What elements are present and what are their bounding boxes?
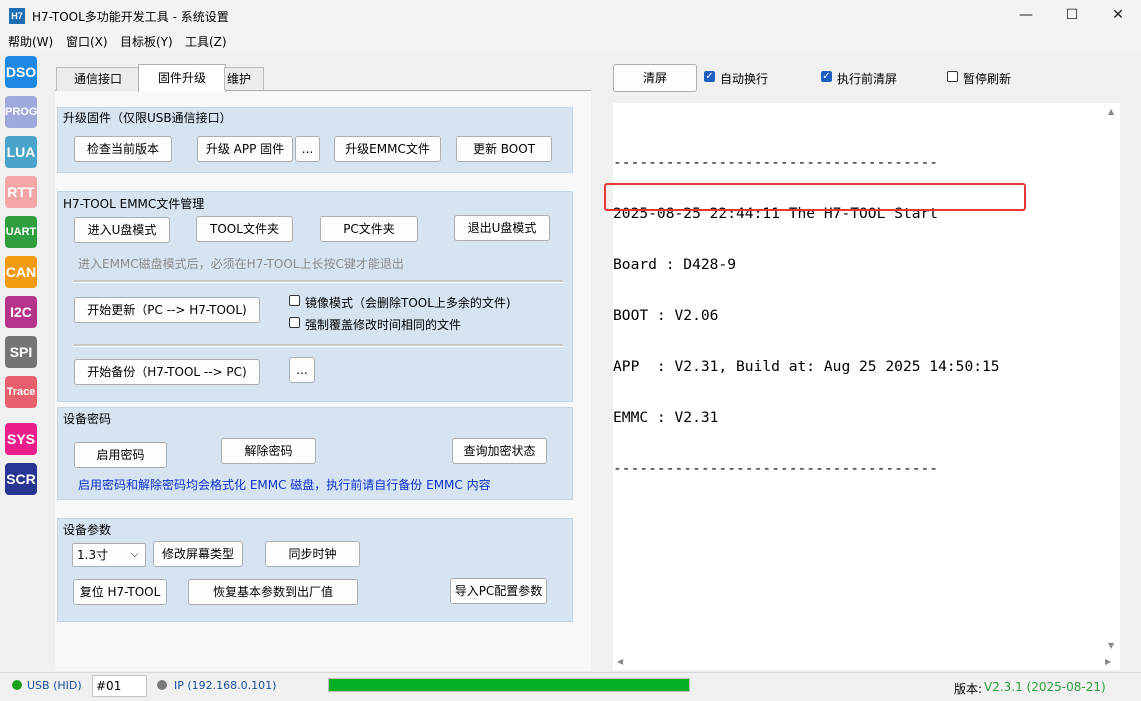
scroll-left-icon[interactable]: ◀ <box>617 657 623 666</box>
pause-refresh-checkbox[interactable] <box>947 71 958 82</box>
upgrade-app-button[interactable]: 升级 APP 固件 <box>197 136 293 162</box>
change-screen-type-button[interactable]: 修改屏幕类型 <box>153 541 243 567</box>
backup-browse-button[interactable]: ... <box>289 357 315 383</box>
ip-status-text: IP (192.168.0.101) <box>174 679 277 692</box>
sidebar-sys-button[interactable]: SYS <box>5 423 37 455</box>
udisk-exit-hint: 进入EMMC磁盘模式后，必须在H7-TOOL上长按C键才能退出 <box>78 257 404 271</box>
restore-factory-button[interactable]: 恢复基本参数到出厂值 <box>188 579 358 605</box>
pc-folder-button[interactable]: PC文件夹 <box>320 216 418 242</box>
query-encryption-button[interactable]: 查询加密状态 <box>452 438 547 464</box>
chevron-down-icon: ⌵ <box>131 549 139 560</box>
divider <box>73 344 563 347</box>
tab-firmware-upgrade[interactable]: 固件升级 <box>138 64 226 92</box>
console-line: ------------------------------------- <box>613 460 939 477</box>
mirror-mode-checkbox[interactable] <box>289 295 300 306</box>
update-boot-button[interactable]: 更新 BOOT <box>456 136 552 162</box>
app-file-browse-button[interactable]: ... <box>295 136 320 162</box>
emmc-group-title: H7-TOOL EMMC文件管理 <box>63 197 205 211</box>
usb-status-icon <box>12 680 22 690</box>
check-version-button[interactable]: 检查当前版本 <box>74 136 172 162</box>
screen-size-select[interactable]: 1.3寸 ⌵ <box>72 543 146 567</box>
minimize-button[interactable]: — <box>1003 0 1049 31</box>
auto-wrap-checkbox[interactable]: ✓ <box>704 71 715 82</box>
screen-size-value: 1.3寸 <box>77 548 109 562</box>
tab-communication[interactable]: 通信接口 <box>56 67 140 91</box>
device-number-field[interactable]: #01 <box>92 675 147 697</box>
exit-udisk-button[interactable]: 退出U盘模式 <box>454 215 550 241</box>
firmware-group-title: 升级固件（仅限USB通信接口） <box>63 111 232 125</box>
pause-refresh-label: 暂停刷新 <box>963 72 1012 86</box>
sidebar-scr-button[interactable]: SCR <box>5 463 37 495</box>
device-number-value: #01 <box>96 679 122 693</box>
console-line: Board : D428-9 <box>613 256 737 273</box>
progress-bar-fill <box>329 679 689 691</box>
menu-target-board[interactable]: 目标板(Y) <box>120 33 173 50</box>
app-version-highlight <box>604 183 1026 211</box>
enter-udisk-button[interactable]: 进入U盘模式 <box>74 217 170 243</box>
sidebar-uart-button[interactable]: UART <box>5 216 37 248</box>
force-overwrite-label: 强制覆盖修改时间相同的文件 <box>305 318 462 332</box>
maximize-button[interactable]: ☐ <box>1049 0 1095 31</box>
import-pc-config-button[interactable]: 导入PC配置参数 <box>450 578 547 604</box>
sidebar-prog-button[interactable]: PROG <box>5 96 37 128</box>
window-title: H7-TOOL多功能开发工具 - 系统设置 <box>32 10 229 24</box>
divider <box>73 280 563 283</box>
clear-screen-button[interactable]: 清屏 <box>613 64 697 92</box>
close-button[interactable]: ✕ <box>1095 0 1141 31</box>
mirror-mode-label: 镜像模式（会删除TOOL上多余的文件) <box>305 296 511 310</box>
reset-tool-button[interactable]: 复位 H7-TOOL <box>73 579 167 605</box>
console-line: ------------------------------------- <box>613 154 939 171</box>
sidebar-dso-button[interactable]: DSO <box>5 56 37 88</box>
sync-clock-button[interactable]: 同步时钟 <box>265 541 360 567</box>
clear-before-exec-label: 执行前清屏 <box>837 72 898 86</box>
console-text: ------------------------------------- 20… <box>613 120 1000 494</box>
force-overwrite-checkbox[interactable] <box>289 317 300 328</box>
scroll-up-icon[interactable]: ▲ <box>1108 107 1114 116</box>
tab-maintenance[interactable]: 维护 <box>224 67 264 90</box>
start-backup-button[interactable]: 开始备份（H7-TOOL --> PC) <box>74 359 260 385</box>
sidebar-rtt-button[interactable]: RTT <box>5 176 37 208</box>
sidebar-trace-button[interactable]: Trace <box>5 376 37 408</box>
auto-wrap-label: 自动换行 <box>720 72 769 86</box>
password-warning: 启用密码和解除密码均会格式化 EMMC 磁盘，执行前请自行备份 EMMC 内容 <box>78 478 491 492</box>
remove-password-button[interactable]: 解除密码 <box>221 438 316 464</box>
enable-password-button[interactable]: 启用密码 <box>74 442 167 468</box>
password-group-title: 设备密码 <box>63 412 112 426</box>
version-label: 版本: <box>954 682 983 696</box>
clear-before-exec-checkbox[interactable]: ✓ <box>821 71 832 82</box>
version-value: V2.3.1 (2025-08-21) <box>984 680 1106 694</box>
scroll-right-icon[interactable]: ▶ <box>1105 657 1111 666</box>
scroll-down-icon[interactable]: ▼ <box>1108 641 1114 650</box>
tool-folder-button[interactable]: TOOL文件夹 <box>196 216 293 242</box>
console-line: BOOT : V2.06 <box>613 307 719 324</box>
sidebar-can-button[interactable]: CAN <box>5 256 37 288</box>
upgrade-emmc-button[interactable]: 升级EMMC文件 <box>334 136 441 162</box>
menu-help[interactable]: 帮助(W) <box>8 33 53 50</box>
console-line: APP : V2.31, Build at: Aug 25 2025 14:50… <box>613 358 1000 375</box>
sidebar-i2c-button[interactable]: I2C <box>5 296 37 328</box>
sidebar-lua-button[interactable]: LUA <box>5 136 37 168</box>
params-group-title: 设备参数 <box>63 523 112 537</box>
console-vertical-scrollbar[interactable]: ▲ ▼ <box>1104 103 1120 655</box>
menu-tools[interactable]: 工具(Z) <box>185 33 227 50</box>
usb-status-text: USB (HID) <box>27 679 82 692</box>
app-icon: H7 <box>9 8 25 24</box>
sidebar-spi-button[interactable]: SPI <box>5 336 37 368</box>
menu-window[interactable]: 窗口(X) <box>66 33 108 50</box>
console-line: EMMC : V2.31 <box>613 409 719 426</box>
start-update-button[interactable]: 开始更新（PC --> H7-TOOL) <box>74 297 260 323</box>
console-horizontal-scrollbar[interactable]: ◀ ▶ <box>613 655 1120 670</box>
ip-status-icon <box>157 680 167 690</box>
params-group <box>57 518 573 622</box>
